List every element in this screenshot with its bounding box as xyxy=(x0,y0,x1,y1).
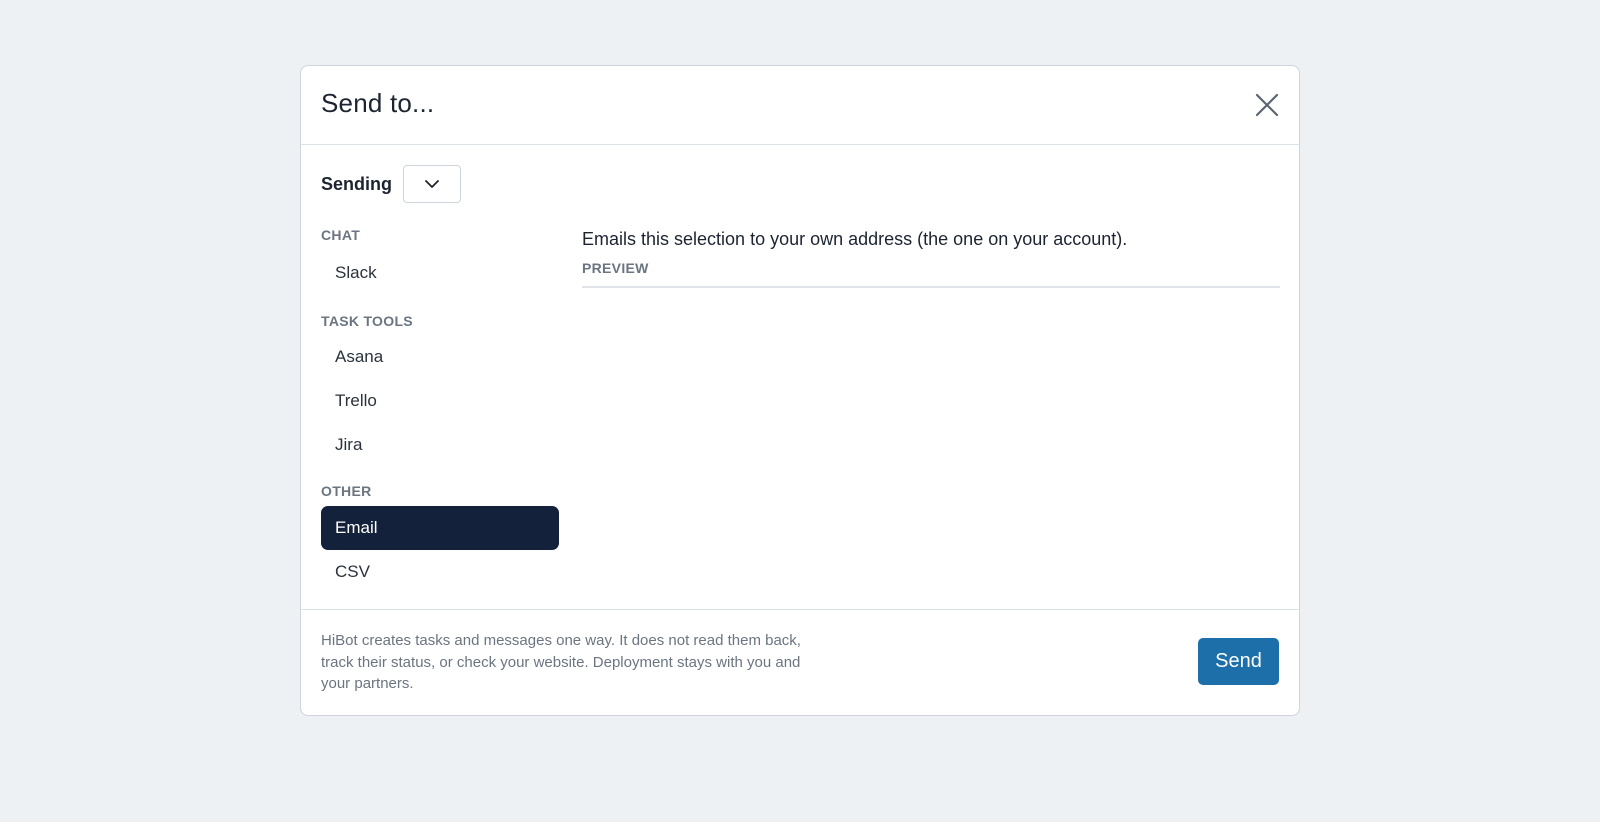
nav-item-trello[interactable]: Trello xyxy=(321,379,559,423)
nav-item-jira[interactable]: Jira xyxy=(321,423,559,467)
send-to-dialog: Send to... Sending CHAT Slack TASK TOOLS xyxy=(300,65,1300,716)
preview-label: PREVIEW xyxy=(582,260,1280,288)
nav-group-other: OTHER xyxy=(321,483,372,499)
footer-disclaimer: HiBot creates tasks and messages one way… xyxy=(321,632,801,692)
destination-content: Emails this selection to your own addres… xyxy=(582,227,1280,288)
dialog-body: Sending CHAT Slack TASK TOOLS Asana Trel… xyxy=(301,145,1299,610)
dialog-footer: HiBot creates tasks and messages one way… xyxy=(301,610,1299,715)
sending-row: Sending xyxy=(321,165,461,203)
sending-label: Sending xyxy=(321,173,392,194)
close-button[interactable] xyxy=(1253,91,1281,119)
send-button[interactable]: Send xyxy=(1198,638,1279,685)
destination-description: Emails this selection to your own addres… xyxy=(582,229,1128,249)
nav-item-asana[interactable]: Asana xyxy=(321,335,559,379)
dialog-header: Send to... xyxy=(301,66,1299,145)
nav-item-slack[interactable]: Slack xyxy=(321,251,559,295)
chevron-down-icon xyxy=(425,180,439,188)
nav-item-csv[interactable]: CSV xyxy=(321,550,559,594)
nav-group-task-tools: TASK TOOLS xyxy=(321,313,413,329)
close-icon xyxy=(1255,93,1279,117)
dialog-title: Send to... xyxy=(321,88,435,118)
sending-dropdown[interactable] xyxy=(403,165,461,203)
nav-item-email[interactable]: Email xyxy=(321,506,559,550)
destination-nav: CHAT Slack TASK TOOLS Asana Trello Jira … xyxy=(321,225,559,594)
nav-group-chat: CHAT xyxy=(321,227,361,243)
